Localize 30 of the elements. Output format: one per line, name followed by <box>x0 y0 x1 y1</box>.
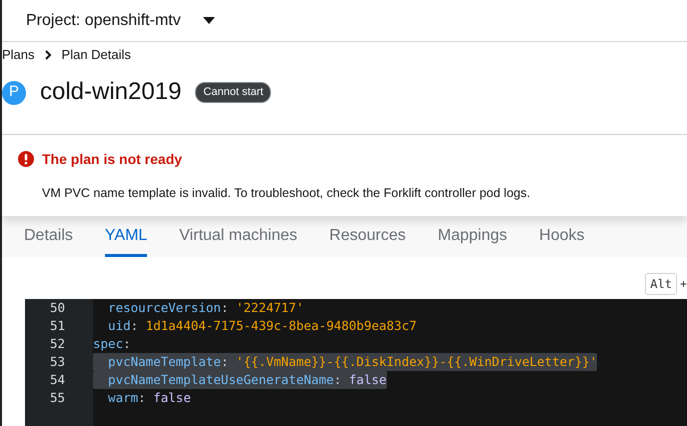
tab[interactable]: YAML <box>104 224 148 258</box>
error-icon <box>18 151 34 167</box>
breadcrumb-link[interactable]: Plans <box>2 45 35 64</box>
line-number: 50 <box>48 299 66 318</box>
chevron-icon <box>44 50 52 60</box>
line-number: 55 <box>48 389 66 408</box>
page-title: cold-win2019 <box>40 78 182 107</box>
code-editor[interactable] <box>25 299 687 426</box>
code-line: uid: 1d1a4404-7175-439c-8bea-9480b9ea83c7 <box>107 317 417 336</box>
caret-icon <box>202 16 215 24</box>
alert-message: VM PVC name template is invalid. To troubleshoot, check the Forklift controller pod logs. <box>42 184 532 202</box>
line-number: 52 <box>48 335 66 354</box>
code-line: spec: <box>93 335 131 354</box>
code-line: warm: false <box>107 389 191 408</box>
keyboard-key: Alt <box>645 273 677 296</box>
tab[interactable]: Hooks <box>539 224 584 258</box>
line-number: 53 <box>48 353 66 372</box>
tab[interactable]: Virtual machines <box>179 224 298 258</box>
code-line: resourceVersion: '2224717' <box>107 299 304 318</box>
line-number: 51 <box>48 317 66 336</box>
tab[interactable]: Mappings <box>438 224 508 258</box>
status-label: Cannot start <box>195 82 272 103</box>
alert-title: The plan is not ready <box>42 150 182 169</box>
tab[interactable]: Details <box>24 224 73 258</box>
project-selector[interactable]: Project: openshift-mtv <box>26 8 215 32</box>
line-number: 54 <box>48 371 66 390</box>
plus-sign: + <box>680 276 687 294</box>
breadcrumb-current: Plan Details <box>62 46 131 64</box>
tab[interactable]: Resources <box>329 224 406 258</box>
resource-badge: P <box>2 80 26 104</box>
